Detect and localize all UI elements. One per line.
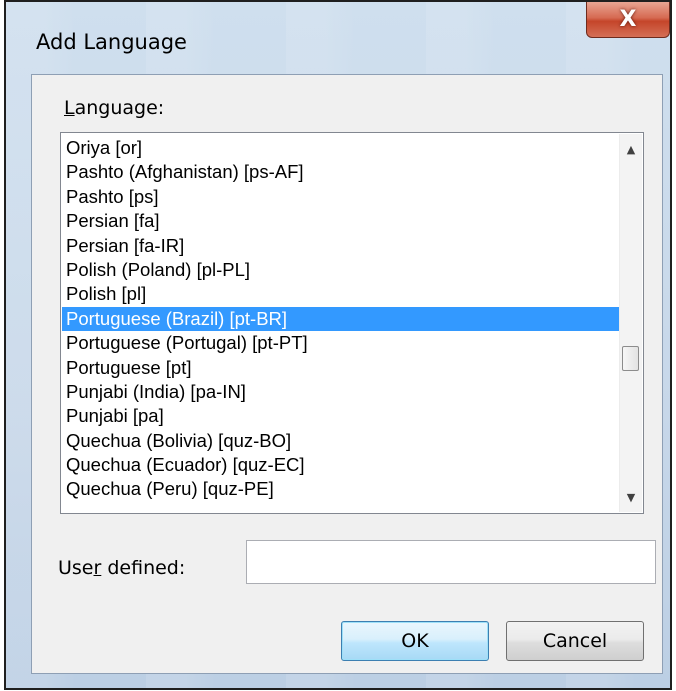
language-list-item[interactable]: Portuguese (Portugal) [pt-PT] (62, 331, 620, 355)
language-list-item[interactable]: Portuguese [pt] (62, 356, 620, 380)
language-list-item[interactable]: Oriya [or] (62, 136, 620, 160)
dialog-title: Add Language (36, 30, 187, 54)
language-list-item[interactable]: Polish (Poland) [pl-PL] (62, 258, 620, 282)
language-list-item[interactable]: Persian [fa-IR] (62, 234, 620, 258)
language-list-item[interactable]: Pashto (Afghanistan) [ps-AF] (62, 160, 620, 184)
language-list-item[interactable]: Quechua (Peru) [quz-PE] (62, 477, 620, 501)
dialog-window: Add Language X Language: Oriya [or] Pasht… (4, 0, 672, 690)
language-label-text: anguage: (74, 97, 165, 119)
close-icon: X (619, 7, 637, 32)
language-listbox[interactable]: Oriya [or] Pashto (Afghanistan) [ps-AF] Pa… (60, 132, 644, 514)
vertical-scrollbar[interactable]: ▲ ▼ (619, 134, 642, 512)
user-defined-label-start: Use (58, 557, 94, 579)
scrollbar-thumb[interactable] (622, 346, 639, 371)
language-list-item[interactable]: Persian [fa] (62, 209, 620, 233)
scroll-up-icon[interactable]: ▲ (620, 138, 642, 160)
language-list-item[interactable]: Quechua (Ecuador) [quz-EC] (62, 453, 620, 477)
language-list-item[interactable]: Portuguese (Brazil) [pt-BR] (62, 306, 620, 332)
language-list: Oriya [or] Pashto (Afghanistan) [ps-AF] Pa… (62, 136, 620, 502)
language-label-accesskey: L (64, 97, 75, 119)
user-defined-input[interactable] (246, 540, 656, 584)
cancel-button[interactable]: Cancel (506, 621, 644, 661)
close-button[interactable]: X (586, 2, 670, 38)
user-defined-label-end: defined: (101, 557, 186, 579)
ok-button[interactable]: OK (341, 621, 489, 661)
language-list-item[interactable]: Punjabi (India) [pa-IN] (62, 380, 620, 404)
language-list-item[interactable]: Punjabi [pa] (62, 404, 620, 428)
language-list-item[interactable]: Polish [pl] (62, 282, 620, 306)
user-defined-label: User defined: (58, 557, 185, 579)
dialog-body: Language: Oriya [or] Pashto (Afghanistan)… (31, 74, 663, 674)
language-label: Language: (64, 97, 164, 119)
language-list-item[interactable]: Pashto [ps] (62, 185, 620, 209)
scroll-down-icon[interactable]: ▼ (620, 486, 642, 508)
language-list-item[interactable]: Quechua (Bolivia) [quz-BO] (62, 429, 620, 453)
